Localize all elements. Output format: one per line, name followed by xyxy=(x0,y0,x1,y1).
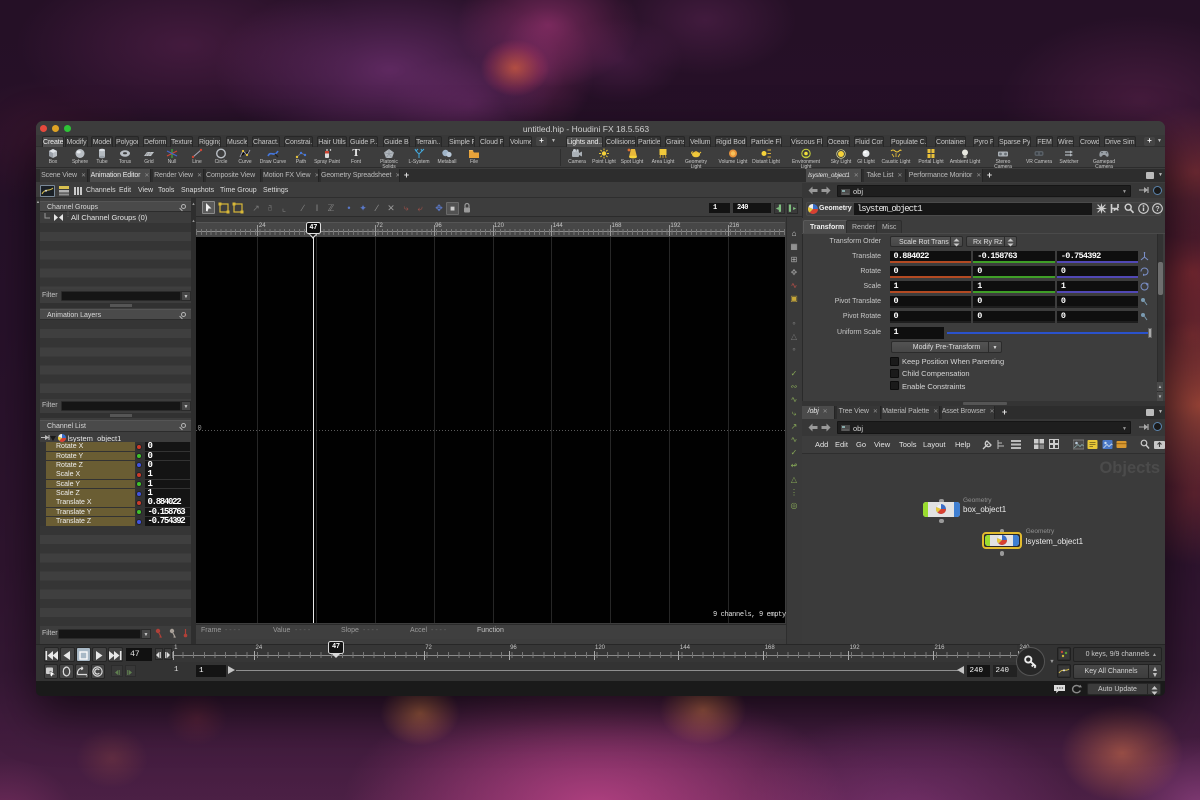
svg-text:?: ? xyxy=(1155,206,1159,213)
